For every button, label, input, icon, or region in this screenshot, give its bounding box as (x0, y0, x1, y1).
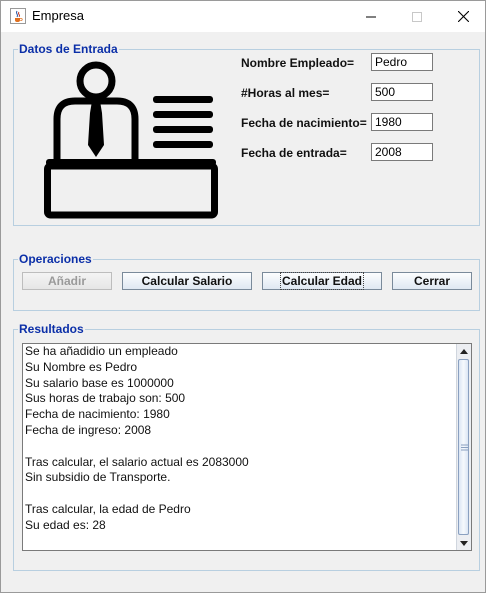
title-bar[interactable]: Empresa (1, 1, 485, 32)
vertical-scrollbar[interactable] (456, 344, 471, 550)
result-line: Fecha de nacimiento: 1980 (25, 407, 170, 422)
horas-mes-field[interactable]: 500 (371, 83, 433, 101)
anadir-button-label: Añadir (47, 274, 86, 288)
resultados-text: Se ha añadidio un empleado Su Nombre es … (23, 344, 457, 550)
employee-desk-icon (44, 61, 218, 219)
java-cup-icon (10, 8, 26, 24)
arrow-down-icon (460, 540, 468, 546)
resultados-legend: Resultados (18, 322, 85, 336)
resultados-textarea[interactable]: Se ha añadidio un empleado Su Nombre es … (22, 343, 472, 551)
operaciones-legend: Operaciones (18, 252, 93, 266)
cerrar-button[interactable]: Cerrar (392, 272, 472, 290)
field-label-horas: #Horas al mes= (241, 86, 330, 100)
fecha-entrada-field[interactable]: 2008 (371, 143, 433, 161)
result-line (25, 439, 457, 455)
field-label-nombre: Nombre Empleado= (241, 56, 355, 70)
maximize-button[interactable] (394, 1, 440, 32)
result-line: Fecha de ingreso: 2008 (25, 422, 152, 437)
result-line: Sus horas de trabajo son: 500 (25, 391, 186, 406)
nombre-empleado-field[interactable]: Pedro (371, 53, 433, 71)
calcular-salario-button-label: Calcular Salario (141, 274, 233, 288)
result-line: Tras calcular, el salario actual es 2083… (25, 454, 249, 469)
scroll-thumb[interactable] (458, 359, 469, 535)
window-title: Empresa (32, 8, 85, 23)
datos-entrada-legend: Datos de Entrada (18, 42, 119, 56)
fecha-nacimiento-field[interactable]: 1980 (371, 113, 433, 131)
close-button[interactable] (440, 1, 486, 32)
maximize-icon (412, 11, 422, 22)
app-window: Empresa Datos de Entrada Nombre Empleado… (0, 0, 486, 593)
scroll-up-button[interactable] (457, 344, 471, 358)
calcular-salario-button[interactable]: Calcular Salario (122, 272, 252, 290)
result-line: Sin subsidio de Transporte. (25, 470, 171, 485)
minimize-button[interactable] (348, 1, 394, 32)
calcular-edad-button-label: Calcular Edad (279, 272, 365, 290)
close-icon (457, 11, 469, 22)
scroll-down-button[interactable] (457, 536, 471, 550)
cerrar-button-label: Cerrar (413, 274, 451, 288)
field-label-entrada: Fecha de entrada= (241, 146, 347, 160)
result-line: Tras calcular, la edad de Pedro (25, 501, 191, 516)
result-line: Se ha añadidio un empleado (25, 344, 178, 358)
result-line: Su Nombre es Pedro (25, 359, 138, 374)
result-line (25, 486, 457, 502)
result-line: Su salario base es 1000000 (25, 375, 174, 390)
calcular-edad-button[interactable]: Calcular Edad (262, 272, 382, 290)
anadir-button[interactable]: Añadir (22, 272, 112, 290)
result-line: Su edad es: 28 (25, 517, 106, 532)
field-label-nacimiento: Fecha de nacimiento= (241, 116, 367, 130)
grip-icon (461, 444, 468, 451)
minimize-icon (366, 16, 376, 17)
arrow-up-icon (460, 348, 468, 354)
